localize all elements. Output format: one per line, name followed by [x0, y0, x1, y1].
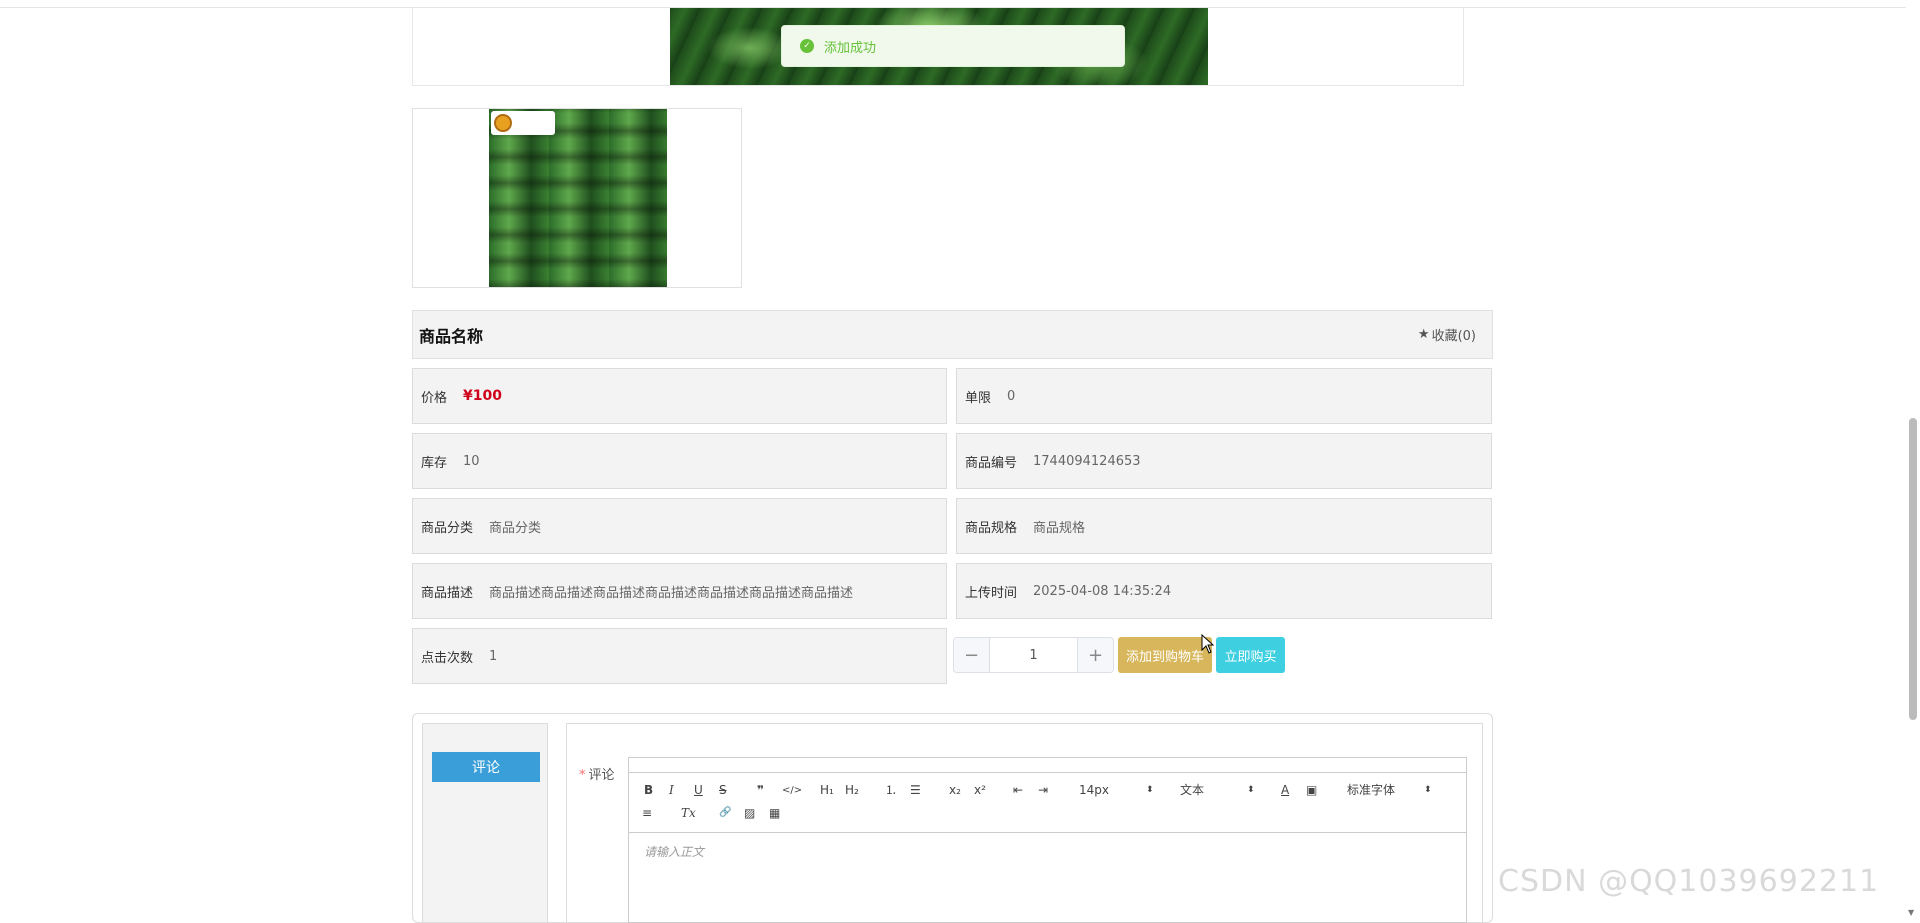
clicks-value: 1: [489, 648, 498, 664]
buy-now-button[interactable]: 立即购买: [1216, 637, 1285, 673]
product-thumbnail[interactable]: [489, 109, 667, 287]
blockquote-icon[interactable]: ❞: [757, 783, 764, 797]
watermark: CSDN @QQ1039692211: [1498, 864, 1880, 899]
h1-button[interactable]: H₁: [820, 783, 834, 797]
check-circle-icon: ✓: [800, 39, 814, 53]
category-cell: 商品分类 商品分类: [412, 498, 947, 554]
star-icon: ★: [1417, 327, 1430, 342]
add-to-cart-button[interactable]: 添加到购物车: [1118, 637, 1212, 673]
italic-button[interactable]: I: [669, 783, 674, 797]
price-value: ¥100: [463, 388, 502, 404]
upload-time-cell: 上传时间 2025-04-08 14:35:24: [956, 563, 1492, 619]
upload-time-label: 上传时间: [965, 585, 1018, 601]
limit-value: 0: [1007, 388, 1016, 404]
quantity-decrease-button[interactable]: −: [954, 638, 990, 672]
logo-mascot-icon: [494, 114, 512, 132]
background-color-icon[interactable]: ▣: [1306, 783, 1317, 797]
bold-button[interactable]: B: [644, 783, 653, 797]
font-select-arrows-icon: ⬍: [1424, 785, 1432, 795]
image-icon[interactable]: ▨: [744, 806, 755, 820]
code-cell: 商品编号 1744094124653: [956, 433, 1492, 489]
outdent-icon[interactable]: ⇤: [1013, 783, 1023, 797]
favorite-button[interactable]: ★ 收藏(0): [1418, 325, 1476, 344]
ordered-list-icon[interactable]: ⒈: [885, 783, 897, 797]
editor-top-border: [629, 758, 1466, 773]
limit-label: 单限: [965, 390, 992, 406]
favorite-label: 收藏(0): [1431, 329, 1476, 344]
price-cell: 价格 ¥100: [412, 368, 947, 424]
code-icon[interactable]: </>: [782, 784, 802, 798]
h2-button[interactable]: H₂: [845, 783, 859, 797]
quantity-stepper[interactable]: − 1 +: [953, 637, 1114, 673]
category-label: 商品分类: [421, 520, 474, 536]
limit-cell: 单限 0: [956, 368, 1492, 424]
tab-comment[interactable]: 评论: [432, 752, 540, 782]
comment-label-text: 评论: [588, 768, 615, 783]
size-select-arrows-icon: ⬍: [1146, 785, 1154, 795]
header-select-arrows-icon: ⬍: [1247, 785, 1255, 795]
font-size-select[interactable]: 14px: [1079, 783, 1109, 797]
header-select[interactable]: 文本: [1180, 783, 1204, 797]
strike-button[interactable]: S: [719, 783, 727, 797]
code-label: 商品编号: [965, 455, 1018, 471]
editor-content-area[interactable]: 请输入正文: [629, 833, 1466, 870]
mouse-cursor-icon: [1201, 634, 1215, 654]
stock-cell: 库存 10: [412, 433, 947, 489]
category-value: 商品分类: [489, 520, 542, 536]
link-icon[interactable]: 🔗: [719, 806, 731, 820]
comment-field-label: * 评论: [579, 764, 615, 783]
video-icon[interactable]: ▦: [769, 806, 780, 820]
scrollbar-thumb[interactable]: [1909, 418, 1917, 720]
superscript-button[interactable]: x²: [974, 783, 986, 797]
stock-value: 10: [463, 453, 480, 469]
scroll-down-arrow-icon[interactable]: ▼: [1908, 908, 1914, 917]
description-cell: 商品描述 商品描述商品描述商品描述商品描述商品描述商品描述商品描述: [412, 563, 947, 619]
spec-label: 商品规格: [965, 520, 1018, 536]
editor-toolbar: B I U S ❞ </> H₁ H₂ ⒈ ☰ x₂ x² ⇤ ⇥ 14px ⬍…: [629, 773, 1466, 833]
bullet-list-icon[interactable]: ☰: [910, 783, 921, 797]
clean-format-icon[interactable]: Tx: [681, 806, 696, 820]
rich-text-editor[interactable]: B I U S ❞ </> H₁ H₂ ⒈ ☰ x₂ x² ⇤ ⇥ 14px ⬍…: [628, 757, 1467, 923]
toast-message: 添加成功: [824, 40, 877, 56]
quantity-increase-button[interactable]: +: [1077, 638, 1113, 672]
quantity-input[interactable]: 1: [990, 638, 1077, 672]
align-icon[interactable]: ≡: [642, 806, 652, 820]
underline-button[interactable]: U: [694, 783, 703, 797]
clicks-label: 点击次数: [421, 650, 474, 666]
product-name: 商品名称: [419, 326, 484, 346]
price-label: 价格: [421, 390, 448, 406]
font-color-icon[interactable]: A: [1281, 783, 1289, 797]
thumbnail-logo: [491, 111, 555, 135]
indent-icon[interactable]: ⇥: [1038, 783, 1048, 797]
page-top-border: [0, 0, 1920, 8]
required-mark: *: [579, 768, 586, 783]
product-name-bar: 商品名称 ★ 收藏(0): [412, 310, 1493, 359]
spec-cell: 商品规格 商品规格: [956, 498, 1492, 554]
stock-label: 库存: [421, 455, 448, 471]
thumbnail-frame[interactable]: [412, 108, 742, 288]
code-value: 1744094124653: [1033, 453, 1141, 469]
upload-time-value: 2025-04-08 14:35:24: [1033, 583, 1172, 599]
success-toast: ✓ 添加成功: [781, 25, 1125, 67]
font-family-select[interactable]: 标准字体: [1347, 783, 1395, 797]
description-label: 商品描述: [421, 585, 474, 601]
description-value: 商品描述商品描述商品描述商品描述商品描述商品描述商品描述: [489, 585, 854, 601]
clicks-cell: 点击次数 1: [412, 628, 947, 684]
spec-value: 商品规格: [1033, 520, 1086, 536]
subscript-button[interactable]: x₂: [949, 783, 961, 797]
